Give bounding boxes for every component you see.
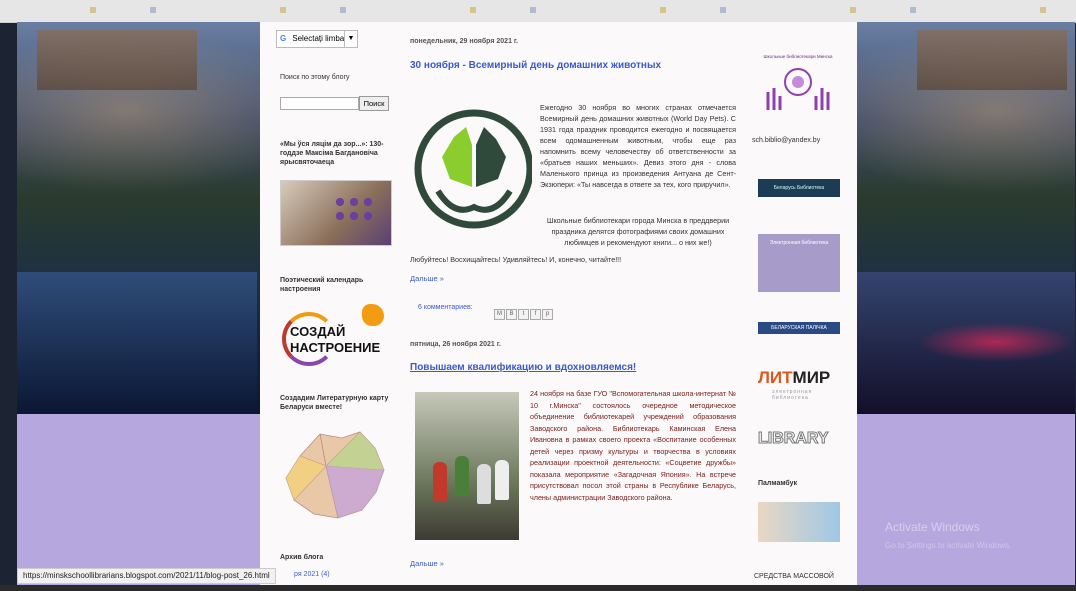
literary-map-title: Создадим Литературную карту Беларуси вме…	[280, 395, 389, 411]
post-body: 24 ноября на базе ГУО "Вспомогательная ш…	[530, 389, 736, 502]
pets-logo-image[interactable]	[414, 107, 532, 233]
bookmark-icons	[20, 7, 1060, 13]
language-select[interactable]: G Selectați limba ▼	[276, 30, 358, 48]
windows-watermark: Activate Windows	[885, 520, 980, 534]
palichka-banner[interactable]: БЕЛАРУСКАЯ ПАЛІЧКА	[758, 322, 840, 334]
logo-text: Школьные библиотекари Минска	[764, 54, 833, 59]
contact-email[interactable]: sch.biblio@yandex.by	[752, 137, 820, 144]
read-more-link[interactable]: Дальше »	[410, 274, 444, 283]
litmir-subtitle: электронная библиотека	[772, 389, 813, 401]
taskbar	[0, 585, 1076, 591]
share-buttons: MBtfp	[494, 302, 554, 320]
post-body: Школьные библиотекари города Минска в пр…	[546, 216, 730, 247]
blog-page: G Selectați limba ▼ Поиск по этому блогу…	[260, 22, 857, 585]
e-library-banner[interactable]: Электронная библиотека	[758, 234, 840, 292]
belarus-map[interactable]	[280, 426, 390, 522]
link-status-bar: https://minskschoollibrarians.blogspot.c…	[17, 568, 276, 584]
language-select-label: Selectați limba	[292, 34, 345, 43]
read-more-link[interactable]: Дальше »	[410, 559, 444, 568]
hand-icon	[362, 304, 384, 326]
library-logo[interactable]: LIBRARY	[758, 430, 830, 448]
search-input[interactable]	[280, 97, 359, 110]
windows-watermark-sub: Go to Settings to activate Windows.	[885, 541, 1012, 550]
mood-banner[interactable]: СОЗДАЙ НАСТРОЕНИЕ	[280, 304, 392, 366]
post-title[interactable]: 30 ноября - Всемирный день домашних живо…	[410, 60, 661, 71]
facebook-share-icon[interactable]: f	[530, 309, 541, 320]
email-share-icon[interactable]: M	[494, 309, 505, 320]
blog-share-icon[interactable]: B	[506, 309, 517, 320]
archive-item[interactable]: ря 2021 (4)	[294, 571, 330, 578]
search-button[interactable]: Поиск	[359, 96, 389, 111]
litmir-logo[interactable]: ЛИТМИР	[758, 368, 830, 388]
media-title: СРЕДСТВА МАССОВОЙ	[754, 573, 834, 580]
archive-title: Архив блога	[280, 554, 324, 561]
post-date: пятница, 26 ноября 2021 г.	[410, 341, 501, 348]
post-body: Любуйтесь! Восхищайтесь! Удивляйтесь! И,…	[410, 255, 622, 264]
mood-banner-line1: СОЗДАЙ	[290, 324, 346, 339]
school-librarians-logo[interactable]: Школьные библиотекари Минска	[758, 52, 838, 114]
kids-banner[interactable]	[758, 502, 840, 542]
pinterest-share-icon[interactable]: p	[542, 309, 553, 320]
post-date: понедельник, 29 ноября 2021 г.	[410, 38, 519, 45]
poetry-calendar-title: Поэтический календарь настроения	[280, 277, 364, 293]
mood-banner-line2: НАСТРОЕНИЕ	[290, 340, 381, 355]
browser-bookmarks-bar	[0, 0, 1076, 23]
post-title[interactable]: Повышаем квалификацию и вдохновляемся!	[410, 362, 636, 373]
pamlab-title: Палмамбук	[758, 480, 798, 487]
google-icon: G	[280, 34, 287, 43]
book-image[interactable]	[280, 180, 392, 246]
chevron-down-icon: ▼	[344, 31, 357, 47]
twitter-share-icon[interactable]: t	[518, 309, 529, 320]
belarus-library-banner[interactable]: Беларусь Библиотека	[758, 179, 840, 197]
post-body: Ежегодно 30 ноября во многих странах отм…	[540, 103, 736, 189]
post-photo[interactable]	[415, 392, 519, 540]
search-widget-title: Поиск по этому блогу	[280, 74, 350, 81]
promo-link-bogdanovich[interactable]: «Мы ўся ляцім да зор...»: 130-годдзе Мак…	[280, 140, 392, 167]
browser-viewport: G Selectați limba ▼ Поиск по этому блогу…	[17, 22, 1075, 585]
comments-link[interactable]: 6 комментариев:	[418, 304, 473, 311]
